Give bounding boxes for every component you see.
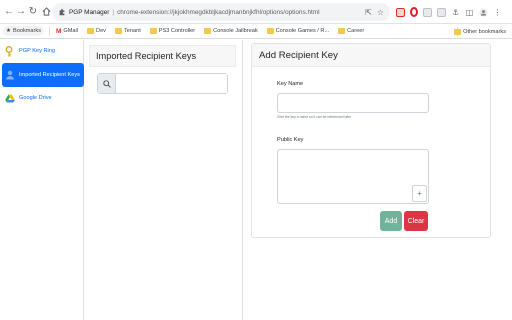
add-file-button[interactable]: + [412, 185, 427, 202]
imported-keys-panel: Imported Recipient Keys [84, 40, 243, 320]
menu-icon[interactable]: ⋮ [493, 8, 502, 17]
folder-icon [114, 28, 122, 34]
extension-icon [59, 8, 65, 16]
key-name-field[interactable] [277, 93, 429, 113]
other-bookmarks-label: Other bookmarks [463, 28, 506, 35]
folder-icon [149, 28, 157, 34]
sidebar-item-google-drive[interactable]: Google Drive [2, 89, 84, 107]
key-icon [5, 45, 15, 57]
bookmarks-bar: ★ Bookmarks M GMail Dev Tenant PS3 Contr… [0, 24, 512, 39]
key-name-label: Key Name [277, 81, 304, 87]
address-separator: | [112, 8, 115, 16]
public-key-field[interactable] [277, 149, 429, 204]
avatar[interactable] [479, 7, 488, 17]
bookmark-folder-console-games[interactable]: Console Games / R... [266, 28, 330, 34]
bookmark-folder-tenant[interactable]: Tenant [114, 28, 141, 34]
gallery-extension-icon[interactable] [423, 7, 432, 17]
public-key-label: Public Key [277, 137, 304, 143]
site-name: PGP Manager [69, 8, 110, 16]
star-icon: ★ [6, 28, 12, 34]
clear-button[interactable]: Clear [404, 211, 428, 231]
bookmark-label: Career [347, 28, 365, 34]
address-bar[interactable]: PGP Manager | chrome-extension://jkjokhm… [52, 3, 390, 21]
bookmark-gmail[interactable]: M GMail [56, 28, 78, 35]
sidebar-item-pgp-key-ring[interactable]: PGP Key Ring [2, 42, 84, 60]
add-recipient-key-card: Add Recipient Key Key Name Give the key … [251, 43, 491, 238]
panel-title: Imported Recipient Keys [89, 45, 236, 67]
folder-icon [454, 28, 462, 35]
sidebar-item-label: Google Drive [19, 95, 52, 101]
bookmark-label: Console Jailbreak [213, 28, 258, 34]
bookmark-label: Tenant [123, 28, 141, 34]
card-title: Add Recipient Key [252, 44, 490, 67]
bookmarks-menu[interactable]: ★ Bookmarks [3, 26, 44, 36]
bookmark-folder-career[interactable]: Career [338, 28, 364, 34]
sidepanel-icon[interactable]: ◫ [465, 8, 474, 17]
forward-icon[interactable]: → [15, 0, 27, 24]
bookmark-label: GMail [63, 28, 79, 34]
bookmark-label: Dev [96, 28, 106, 34]
bookmark-label: PS3 Controller [158, 28, 196, 34]
browser-toolbar: ← → ↻ PGP Manager | chrome-extension://j… [0, 0, 512, 24]
bookmark-folder-dev[interactable]: Dev [87, 28, 106, 34]
pdf-extension-icon[interactable] [396, 7, 405, 17]
bookmarks-divider [49, 26, 50, 36]
other-bookmarks[interactable]: Other bookmarks [454, 24, 506, 39]
back-icon[interactable]: ← [3, 0, 15, 24]
puzzle-icon[interactable]: ⚓ [451, 8, 460, 17]
user-icon [5, 70, 15, 80]
bookmark-folder-ps3[interactable]: PS3 Controller [149, 28, 196, 34]
opera-extension-icon[interactable] [410, 7, 418, 17]
grid-extension-icon[interactable] [437, 7, 446, 17]
bookmark-folder-jailbreak[interactable]: Console Jailbreak [204, 28, 258, 34]
folder-icon [204, 28, 212, 34]
share-icon[interactable]: ⇱ [365, 8, 372, 17]
folder-icon [338, 28, 346, 34]
reload-icon[interactable]: ↻ [27, 0, 39, 24]
google-drive-icon [5, 93, 15, 103]
home-icon[interactable] [39, 0, 53, 24]
bookmark-star-icon[interactable]: ☆ [377, 8, 384, 17]
sidebar: PGP Key Ring Imported Recipient Keys Goo… [0, 40, 84, 320]
gmail-icon: M [56, 27, 62, 35]
bookmark-label: Console Games / R... [275, 28, 330, 34]
sidebar-item-label: Imported Recipient Keys [19, 72, 80, 78]
sidebar-item-imported-recipient-keys[interactable]: Imported Recipient Keys [2, 63, 84, 87]
search-icon [98, 74, 116, 93]
sidebar-item-label: PGP Key Ring [19, 48, 55, 54]
search-input[interactable] [116, 74, 227, 93]
bookmark-label: Bookmarks [13, 28, 41, 34]
folder-icon [87, 28, 95, 34]
folder-icon [266, 28, 274, 34]
key-name-hint: Give the key a name so it can be referen… [277, 115, 352, 119]
add-button[interactable]: Add [380, 211, 402, 231]
url-text: chrome-extension://jkjokhmegdkbljkacdjma… [117, 8, 320, 16]
search-group [97, 73, 228, 94]
